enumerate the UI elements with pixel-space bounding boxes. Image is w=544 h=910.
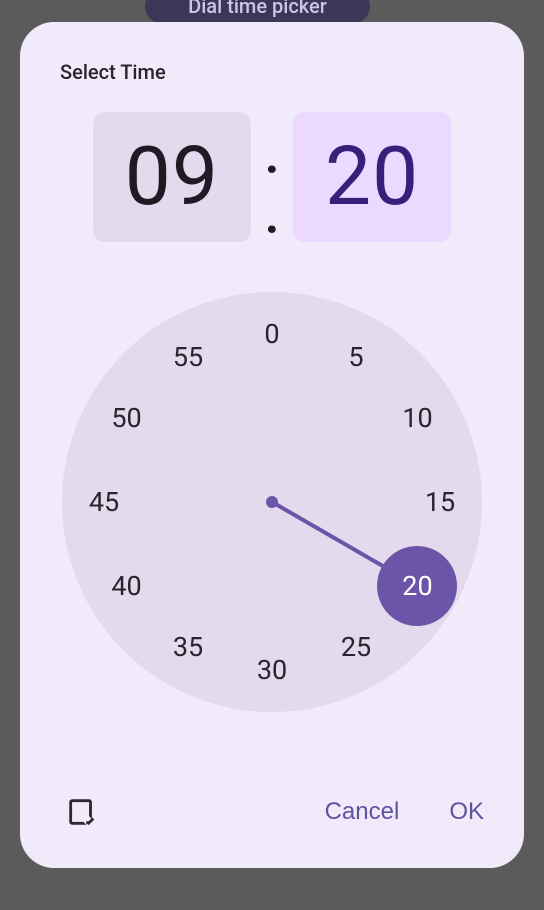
- clock-label-45[interactable]: 45: [74, 472, 134, 532]
- dial-time-picker-chip[interactable]: Dial time picker: [145, 0, 370, 24]
- clock-label-15[interactable]: 15: [410, 472, 470, 532]
- ok-button[interactable]: OK: [449, 798, 484, 826]
- clock-dial[interactable]: 0510 15 2025 30 3540 45 5055: [62, 292, 482, 712]
- clock-selected-marker[interactable]: 20: [377, 546, 457, 626]
- clock-label-25[interactable]: 25: [326, 617, 386, 677]
- clock-label-35[interactable]: 35: [158, 617, 218, 677]
- time-display-row: 09 ·· 20: [60, 112, 484, 242]
- clock-label-40[interactable]: 40: [97, 556, 157, 616]
- clock-label-5[interactable]: 5: [326, 327, 386, 387]
- dialog-footer: Cancel OK: [60, 790, 484, 834]
- minute-field[interactable]: 20: [293, 112, 451, 242]
- keyboard-icon: [65, 795, 99, 829]
- clock-label-0[interactable]: 0: [242, 304, 302, 364]
- time-colon: ··: [263, 141, 281, 213]
- clock-label-10[interactable]: 10: [387, 388, 447, 448]
- clock-label-30[interactable]: 30: [242, 640, 302, 700]
- footer-actions: Cancel OK: [325, 798, 484, 826]
- cancel-button[interactable]: Cancel: [325, 798, 400, 826]
- keyboard-input-button[interactable]: [60, 790, 104, 834]
- clock-center-dot: [266, 496, 278, 508]
- hour-field[interactable]: 09: [93, 112, 251, 242]
- chip-label: Dial time picker: [188, 0, 327, 18]
- dialog-title: Select Time: [60, 60, 484, 84]
- clock-label-50[interactable]: 50: [97, 388, 157, 448]
- clock-container: 0510 15 2025 30 3540 45 5055: [60, 292, 484, 770]
- time-picker-dialog: Select Time 09 ·· 20 0510152025303540455…: [20, 22, 524, 868]
- clock-label-55[interactable]: 55: [158, 327, 218, 387]
